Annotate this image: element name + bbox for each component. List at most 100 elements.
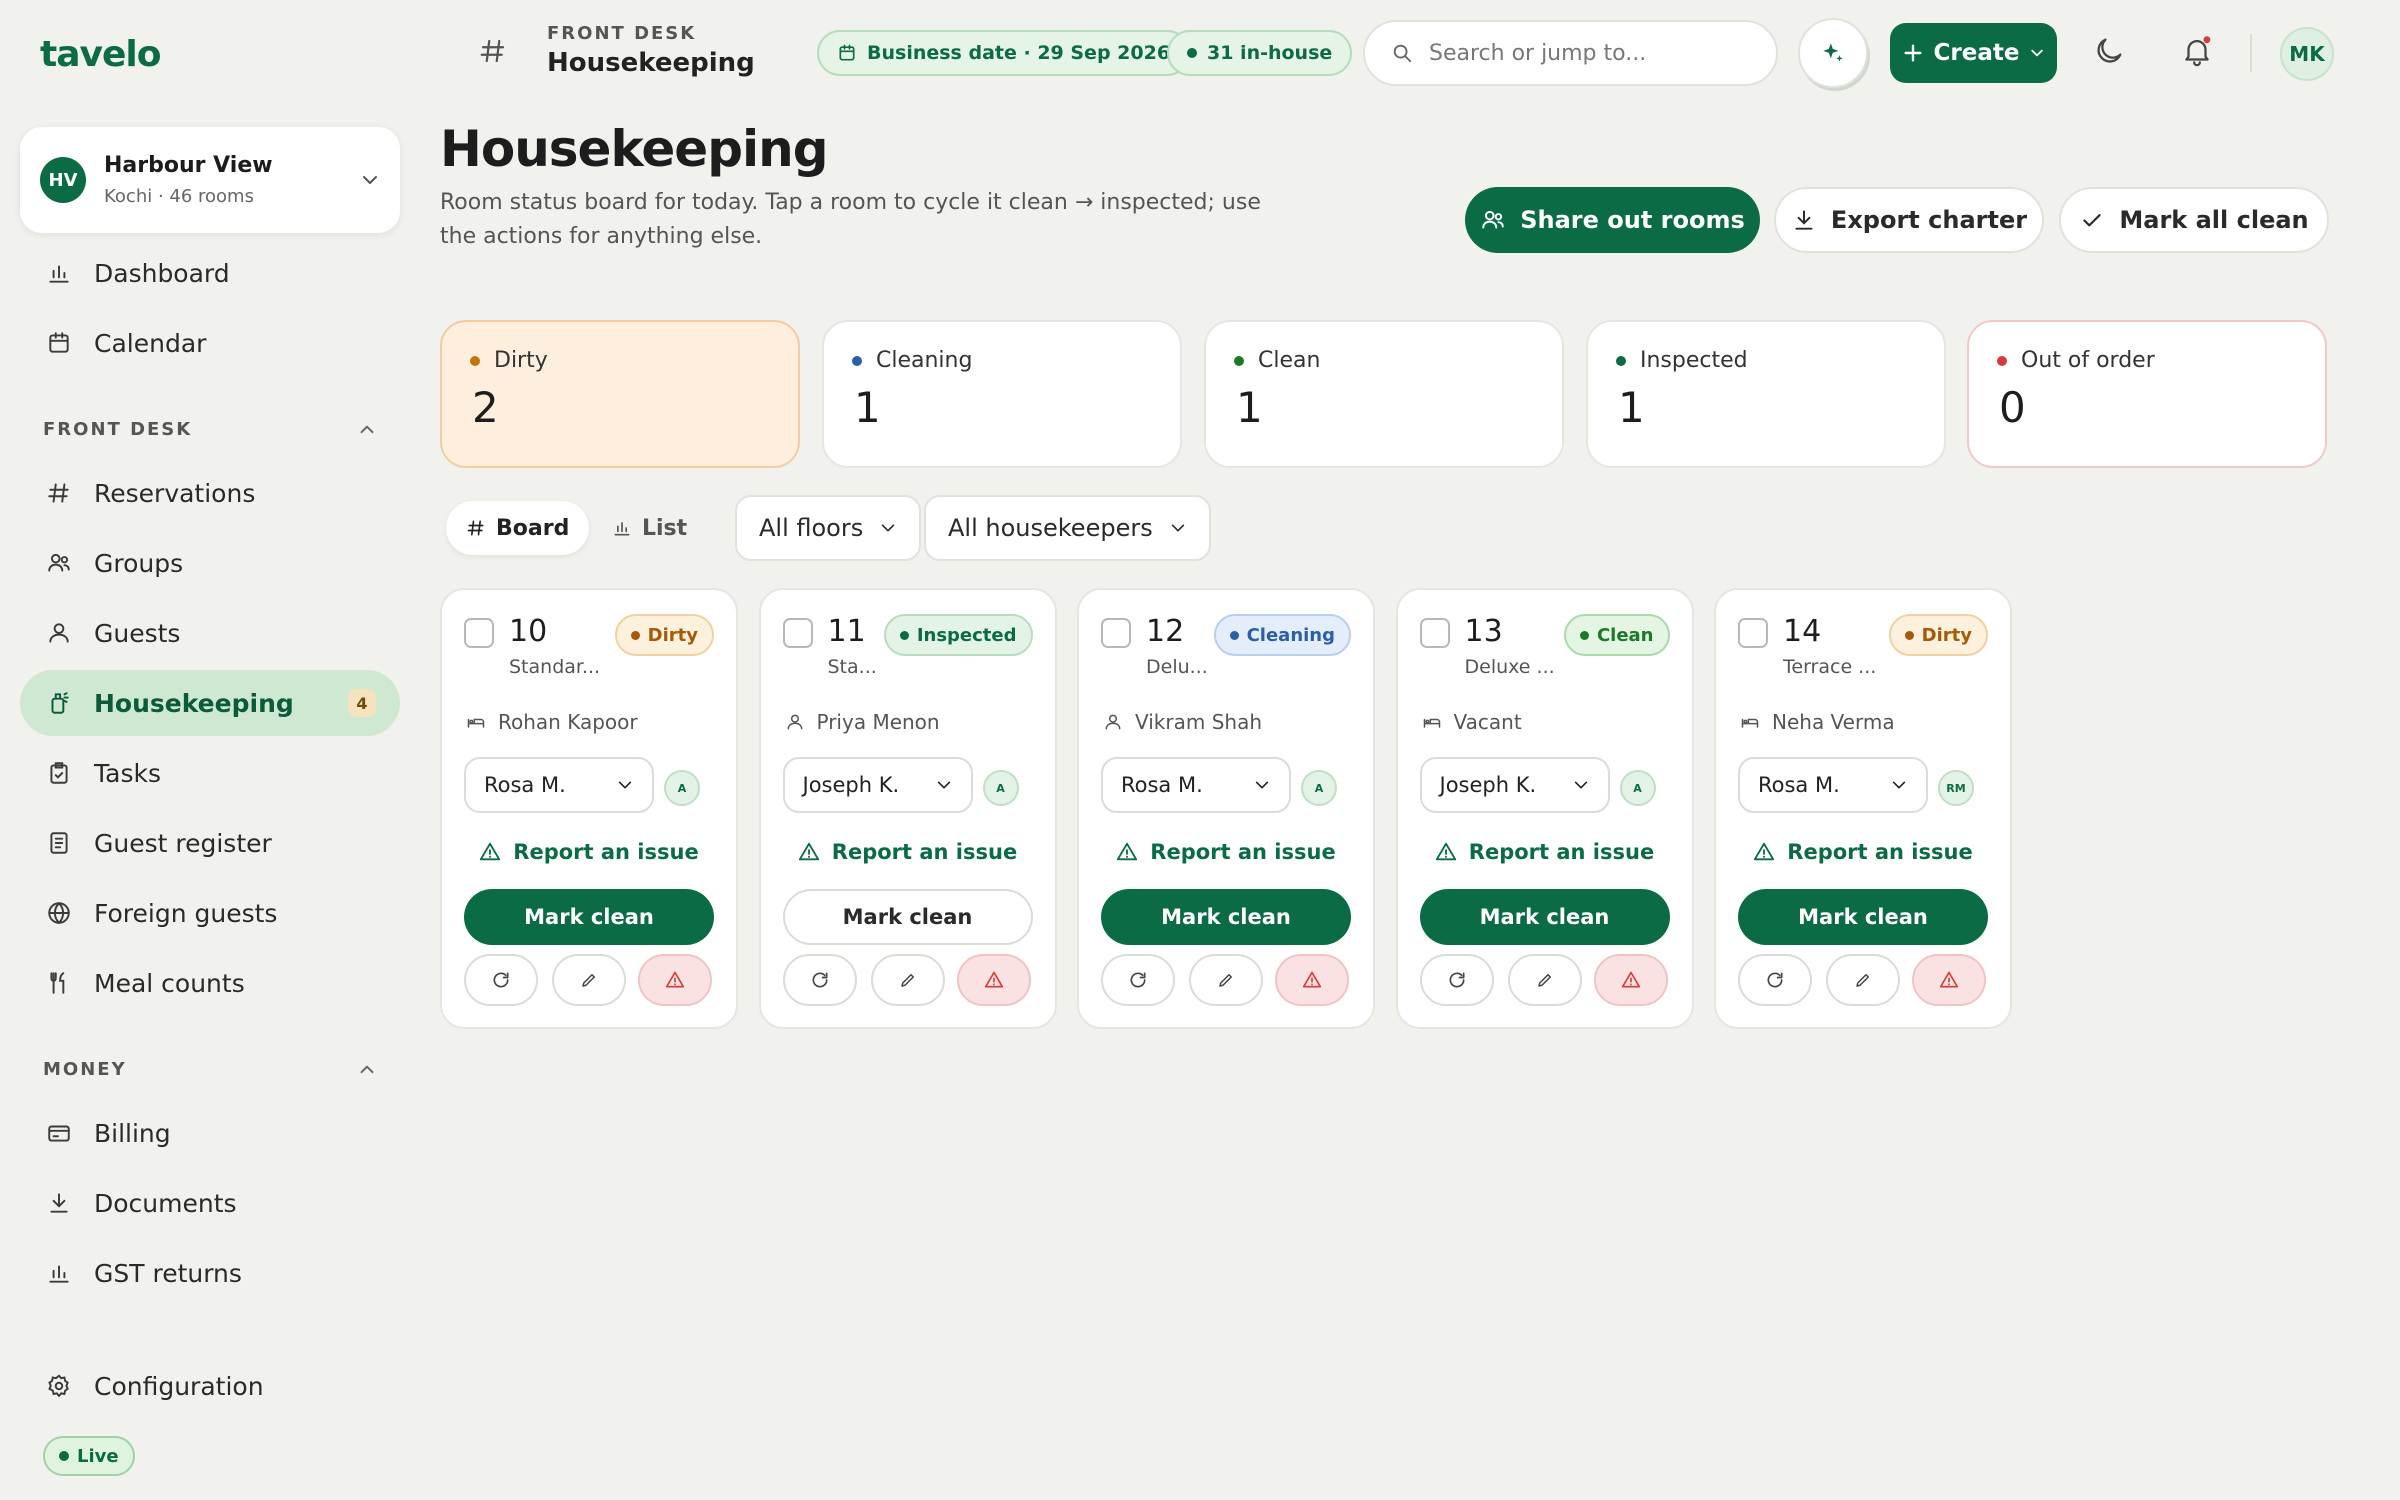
chevron-up-icon[interactable] [356, 419, 378, 441]
floor-filter-select[interactable]: All floors [735, 495, 922, 561]
edit-room-button[interactable] [1826, 954, 1900, 1006]
room-card-10[interactable]: 10 Standar... Dirty Rohan Kapoor Rosa M.… [440, 588, 738, 1029]
room-select-checkbox[interactable] [782, 618, 813, 648]
report-issue-link[interactable]: Report an issue [1716, 840, 2010, 864]
housekeeper-assign-value: Rosa M. [1758, 773, 1840, 797]
room-status-badge[interactable]: Cleaning [1213, 614, 1351, 656]
room-card-12[interactable]: 12 Delu... Cleaning Vikram Shah Rosa M. … [1077, 588, 1375, 1029]
chevron-up-icon[interactable] [356, 1059, 378, 1081]
room-status-badge[interactable]: Inspected [883, 614, 1033, 656]
housekeeper-filter-select[interactable]: All housekeepers [924, 495, 1211, 561]
room-status-badge[interactable]: Dirty [614, 614, 714, 656]
reset-status-button[interactable] [782, 954, 857, 1006]
report-issue-link[interactable]: Report an issue [761, 840, 1055, 864]
sidebar-item-guest-register[interactable]: Guest register [20, 810, 400, 876]
edit-room-button[interactable] [1189, 954, 1263, 1006]
reset-status-button[interactable] [1419, 954, 1494, 1006]
housekeeper-assign-select[interactable]: Rosa M. [464, 757, 654, 813]
plus-icon [1902, 42, 1924, 64]
room-select-checkbox[interactable] [464, 618, 494, 648]
sidebar-item-label: Tasks [94, 758, 161, 788]
stat-label: Cleaning [876, 348, 973, 373]
sidebar-item-housekeeping[interactable]: Housekeeping 4 [20, 670, 400, 736]
sidebar-item-reservations[interactable]: Reservations [20, 460, 400, 526]
sidebar-item-meal-counts[interactable]: Meal counts [20, 950, 400, 1016]
share-out-rooms-button[interactable]: Share out rooms [1465, 187, 1760, 253]
mark-clean-button[interactable]: Mark clean [782, 889, 1033, 945]
share-out-rooms-label: Share out rooms [1520, 206, 1745, 234]
room-occupant: Vikram Shah [1103, 710, 1262, 734]
sidebar-item-tasks[interactable]: Tasks [20, 740, 400, 806]
reset-status-button[interactable] [464, 954, 538, 1006]
stat-value: 2 [472, 383, 499, 432]
view-list-tab[interactable]: List [592, 501, 707, 555]
room-select-checkbox[interactable] [1419, 618, 1450, 648]
view-board-tab[interactable]: Board [446, 501, 590, 555]
mark-clean-button[interactable]: Mark clean [1419, 889, 1670, 945]
room-card-13[interactable]: 13 Deluxe ... Clean Vacant Joseph K. A R… [1395, 588, 1694, 1029]
search-box[interactable] [1363, 20, 1778, 86]
stat-card-cleaning[interactable]: Cleaning 1 [822, 320, 1182, 468]
room-status-badge[interactable]: Clean [1563, 614, 1670, 656]
create-button[interactable]: Create [1890, 23, 2057, 83]
room-select-checkbox[interactable] [1738, 618, 1768, 648]
warning-icon [1435, 841, 1457, 863]
sidebar-item-groups[interactable]: Groups [20, 530, 400, 596]
sidebar-item-gst-returns[interactable]: GST returns [20, 1240, 400, 1306]
mark-all-clean-button[interactable]: Mark all clean [2059, 187, 2329, 253]
search-input[interactable] [1429, 40, 1749, 66]
reset-status-button[interactable] [1738, 954, 1812, 1006]
reset-status-button[interactable] [1101, 954, 1175, 1006]
out-of-order-button[interactable] [638, 954, 712, 1006]
user-avatar[interactable]: MK [2280, 27, 2334, 81]
stat-card-out-of-order[interactable]: Out of order 0 [1967, 320, 2327, 468]
out-of-order-button[interactable] [1593, 954, 1668, 1006]
refresh-icon [1765, 970, 1785, 990]
housekeeper-assign-select[interactable]: Rosa M. [1738, 757, 1928, 813]
edit-room-button[interactable] [552, 954, 626, 1006]
report-issue-link[interactable]: Report an issue [1079, 840, 1373, 864]
mark-clean-button[interactable]: Mark clean [1101, 889, 1351, 945]
pencil-icon [580, 971, 598, 989]
out-of-order-button[interactable] [1912, 954, 1986, 1006]
housekeeper-assign-select[interactable]: Rosa M. [1101, 757, 1291, 813]
property-switcher[interactable]: HV Harbour View Kochi · 46 rooms [20, 127, 400, 233]
export-charter-button[interactable]: Export charter [1774, 187, 2044, 253]
stat-card-clean[interactable]: Clean 1 [1204, 320, 1564, 468]
user-icon [1103, 712, 1123, 732]
mark-clean-button[interactable]: Mark clean [1738, 889, 1988, 945]
moon-icon[interactable] [2092, 34, 2126, 68]
sidebar-item-calendar[interactable]: Calendar [20, 310, 400, 376]
sidebar-item-billing[interactable]: Billing [20, 1100, 400, 1166]
edit-room-button[interactable] [1507, 954, 1582, 1006]
housekeeping-count-badge: 4 [348, 689, 376, 717]
warning-icon [1302, 970, 1322, 990]
stat-card-inspected[interactable]: Inspected 1 [1586, 320, 1946, 468]
out-of-order-button[interactable] [1275, 954, 1349, 1006]
room-card-14[interactable]: 14 Terrace ... Dirty Neha Verma Rosa M. … [1714, 588, 2012, 1029]
report-issue-link[interactable]: Report an issue [442, 840, 736, 864]
chevron-down-icon [2029, 45, 2045, 61]
room-card-11[interactable]: 11 Sta... Inspected Priya Menon Joseph K… [758, 588, 1057, 1029]
sidebar-item-configuration[interactable]: Configuration [20, 1353, 400, 1419]
edit-room-button[interactable] [870, 954, 945, 1006]
sidebar-item-dashboard[interactable]: Dashboard [20, 240, 400, 306]
out-of-order-button[interactable] [956, 954, 1031, 1006]
brand-logo[interactable]: tavelo [40, 30, 161, 78]
stat-card-dirty[interactable]: Dirty 2 [440, 320, 800, 468]
housekeeper-assign-select[interactable]: Joseph K. [782, 757, 973, 813]
sidebar-item-documents[interactable]: Documents [20, 1170, 400, 1236]
report-issue-link[interactable]: Report an issue [1398, 840, 1692, 864]
mark-clean-button[interactable]: Mark clean [464, 889, 714, 945]
business-date-pill[interactable]: Business date · 29 Sep 2026 [817, 30, 1191, 76]
room-select-checkbox[interactable] [1101, 618, 1131, 648]
sidebar-item-foreign-guests[interactable]: Foreign guests [20, 880, 400, 946]
create-label: Create [1933, 40, 2020, 66]
chevron-down-icon [879, 519, 897, 537]
room-status-badge[interactable]: Dirty [1888, 614, 1988, 656]
ai-assistant-button[interactable] [1798, 18, 1868, 88]
bell-icon[interactable] [2180, 34, 2214, 68]
sidebar-item-guests[interactable]: Guests [20, 600, 400, 666]
housekeeper-assign-select[interactable]: Joseph K. [1419, 757, 1610, 813]
in-house-pill[interactable]: 31 in-house [1167, 30, 1353, 76]
